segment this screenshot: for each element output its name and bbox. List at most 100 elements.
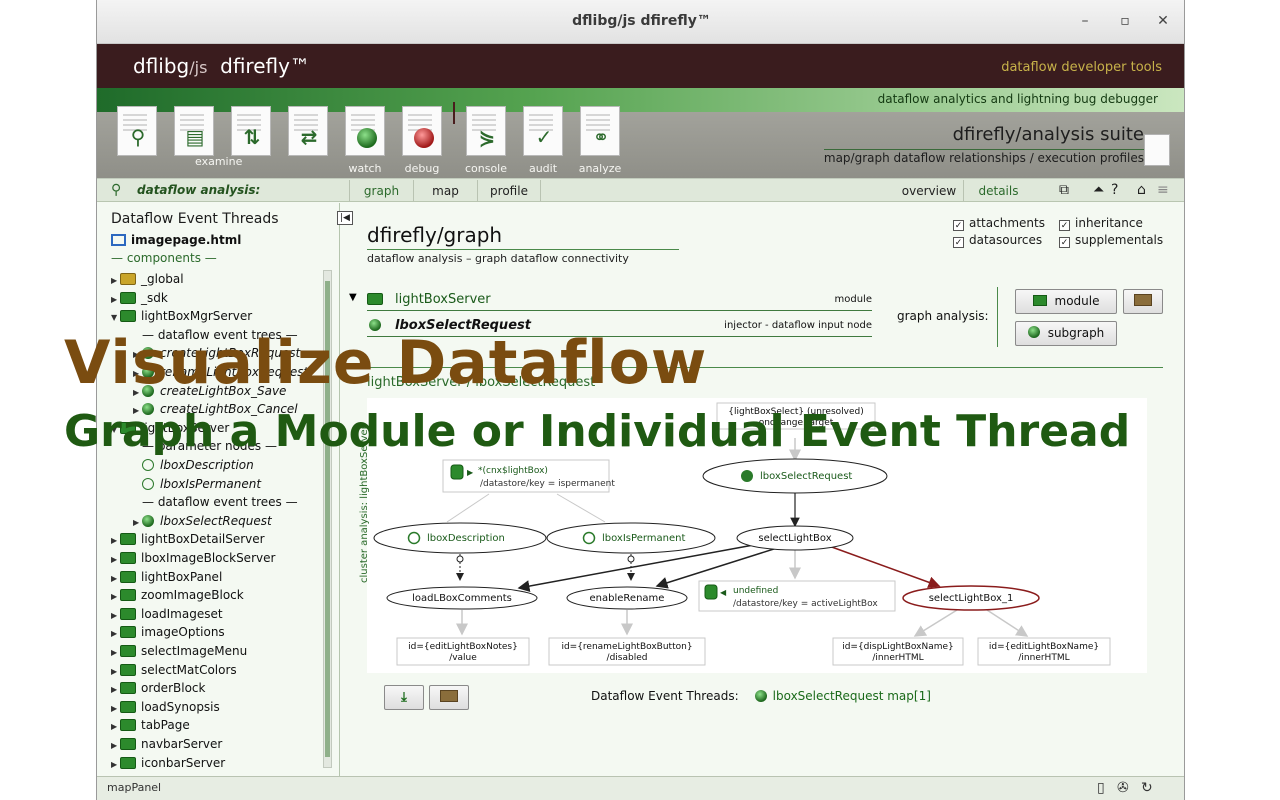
tool-magnifier[interactable]: ⚲ <box>115 106 159 178</box>
tree-item[interactable]: ▶ tabPage <box>111 716 190 734</box>
close-button[interactable]: ✕ <box>1155 12 1171 30</box>
expand-arrow-icon: ▶ <box>111 276 118 285</box>
bug-icon <box>142 514 154 527</box>
analyze-graph-icon: ⚭ <box>592 125 610 149</box>
tool-console[interactable]: ⋟ console <box>464 106 508 178</box>
tool-swap[interactable]: ⇄ <box>286 106 330 178</box>
search-icon[interactable]: ⚲ <box>111 182 121 198</box>
thread-link[interactable]: lboxSelectRequest map[1] <box>773 689 931 703</box>
tree-item[interactable]: ▶ selectMatColors <box>111 661 237 679</box>
tree-item[interactable]: ▶ lightBoxDetailServer <box>111 530 265 548</box>
svg-text:/innerHTML: /innerHTML <box>1018 653 1069 663</box>
node-edit-lightbox-name[interactable]: id={editLightBoxName} /innerHTML <box>977 637 1111 666</box>
module-icon <box>120 738 136 750</box>
expand-arrow-icon: ▼ <box>111 313 118 323</box>
tree-item[interactable]: ▶ navbarServer <box>111 735 222 753</box>
windows-icon[interactable]: ⧉ <box>1059 182 1069 198</box>
print-graph-button[interactable] <box>429 685 469 710</box>
row-module[interactable]: ▼ lightBoxServer module <box>349 289 872 311</box>
row-module-name: lightBoxServer <box>395 292 491 307</box>
module-button[interactable]: module <box>1015 289 1117 314</box>
tab-profile[interactable]: profile <box>477 180 541 202</box>
node-rename-lightbox-button[interactable]: id={renameLightBoxButton} /disabled <box>548 637 706 666</box>
tool-audit[interactable]: ✓ audit <box>521 106 565 178</box>
check-attachments[interactable]: ✓ attachments <box>953 216 1045 231</box>
subgraph-button[interactable]: subgraph <box>1015 321 1117 346</box>
tab-map[interactable]: map <box>413 180 477 202</box>
node-edit-lightbox-notes[interactable]: id={editLightBoxNotes} /value <box>396 637 530 666</box>
module-icon <box>120 607 136 620</box>
home-icon[interactable]: ⌂ <box>1137 182 1146 198</box>
node-undefined-datastore[interactable]: ◀ undefined /datastore/key = activeLight… <box>698 580 896 612</box>
node-lbox-description[interactable]: lboxDescription <box>373 522 547 554</box>
check-inheritance[interactable]: ✓ inheritance <box>1059 216 1143 231</box>
tab-graph[interactable]: graph <box>349 180 413 202</box>
examine-group-label: examine <box>195 155 243 168</box>
brand-bar: dflibg/js dfirefly™ dataflow developer t… <box>97 44 1184 88</box>
svg-text:id={editLightBoxName}: id={editLightBoxName} <box>989 642 1099 652</box>
debug-bug-icon <box>414 128 434 148</box>
app-window: dflibg/js dfirefly™ – ▫ ✕ dflibg/js dfir… <box>96 0 1185 800</box>
expand-arrow-icon: ▶ <box>111 685 118 695</box>
svg-text:◀: ◀ <box>720 588 727 597</box>
menu-icon[interactable]: ≡ <box>1157 182 1169 198</box>
tree-item[interactable]: ▶ lightBoxPanel <box>111 568 222 586</box>
help-icon[interactable]: ? <box>1111 182 1118 198</box>
tree-item[interactable]: ▶ loadSynopsis <box>111 698 220 716</box>
download-button[interactable]: ⤓ <box>384 685 424 710</box>
node-lbox-is-permanent[interactable]: lboxIsPermanent <box>546 522 716 554</box>
tree-item[interactable]: ▶ zoomImageBlock <box>111 586 244 604</box>
promo-subheading: Graph a Module or Individual Event Threa… <box>64 406 1131 457</box>
tree-item[interactable]: ▶ iconbarServer <box>111 754 225 772</box>
module-icon <box>120 570 136 583</box>
data-pages-icon: ▤ <box>185 125 205 149</box>
module-icon <box>120 645 136 657</box>
minimize-button[interactable]: – <box>1077 12 1093 30</box>
node-enable-rename[interactable]: enableRename <box>566 586 688 610</box>
node-disp-lightbox-name[interactable]: id={dispLightBoxName} /innerHTML <box>832 637 964 666</box>
svg-text:loadLBoxComments: loadLBoxComments <box>412 593 512 604</box>
tree-item[interactable]: ▶ lboxSelectRequest <box>133 512 272 530</box>
top-icon[interactable]: ⏶ <box>1093 182 1104 198</box>
maximize-button[interactable]: ▫ <box>1117 12 1133 30</box>
svg-text:/value: /value <box>449 653 477 663</box>
node-load-lbox-comments[interactable]: loadLBoxComments <box>386 586 538 610</box>
tree-item[interactable]: ▶ selectImageMenu <box>111 642 247 660</box>
tree-item[interactable]: ▼ lightBoxMgrServer <box>111 307 252 325</box>
tool-analyze[interactable]: ⚭ analyze <box>578 106 622 178</box>
tool-watch[interactable]: watch <box>343 106 387 178</box>
tree-item[interactable]: ▶ loadImageset <box>111 605 223 623</box>
trash-icon[interactable]: ✇ <box>1117 780 1129 796</box>
panel-header: Dataflow Event Threads <box>111 211 279 227</box>
tab-details[interactable]: details <box>963 180 1033 202</box>
tree-item[interactable]: ▶ _global <box>111 270 184 288</box>
graph-title: dfirefly/graph <box>367 223 503 247</box>
tool-debug[interactable]: debug <box>400 106 444 178</box>
new-doc-icon[interactable]: ▯ <box>1097 780 1105 796</box>
tree-item[interactable]: ▶ _sdk <box>111 289 168 307</box>
tree-item[interactable]: lboxIsPermanent <box>133 475 261 493</box>
refresh-icon[interactable]: ↻ <box>1141 780 1153 796</box>
printer-icon <box>1134 294 1152 306</box>
promo-heading: Visualize Dataflow <box>64 328 708 398</box>
node-lbox-select-request[interactable]: lboxSelectRequest <box>702 458 888 494</box>
event-threads-footer: Dataflow Event Threads: lboxSelectRequest… <box>591 689 931 703</box>
watch-bug-icon <box>357 128 377 148</box>
tree-item[interactable]: ▶ orderBlock <box>111 679 205 697</box>
tree-item[interactable]: ▶ imageOptions <box>111 623 225 641</box>
node-datastore-permanent[interactable]: ▶ *(cnx$lightBox) /datastore/key = isper… <box>442 459 615 493</box>
check-supplementals[interactable]: ✓ supplementals <box>1059 233 1163 248</box>
tab-overview[interactable]: overview <box>897 180 961 202</box>
expand-icon[interactable]: ▼ <box>349 292 357 303</box>
tree-item[interactable]: ▶ lboxImageBlockServer <box>111 549 275 567</box>
check-datasources[interactable]: ✓ datasources <box>953 233 1042 248</box>
print-button[interactable] <box>1123 289 1163 314</box>
module-icon <box>120 663 136 676</box>
node-select-lightbox[interactable]: selectLightBox <box>736 525 854 551</box>
tree-item[interactable]: lboxDescription <box>133 456 254 474</box>
node-select-lightbox-1[interactable]: selectLightBox_1 <box>902 585 1040 611</box>
expand-arrow-icon: ▶ <box>111 573 118 583</box>
module-icon <box>120 273 136 285</box>
page-file[interactable]: imagepage.html <box>111 233 241 247</box>
expand-arrow-icon: ▶ <box>111 759 118 769</box>
